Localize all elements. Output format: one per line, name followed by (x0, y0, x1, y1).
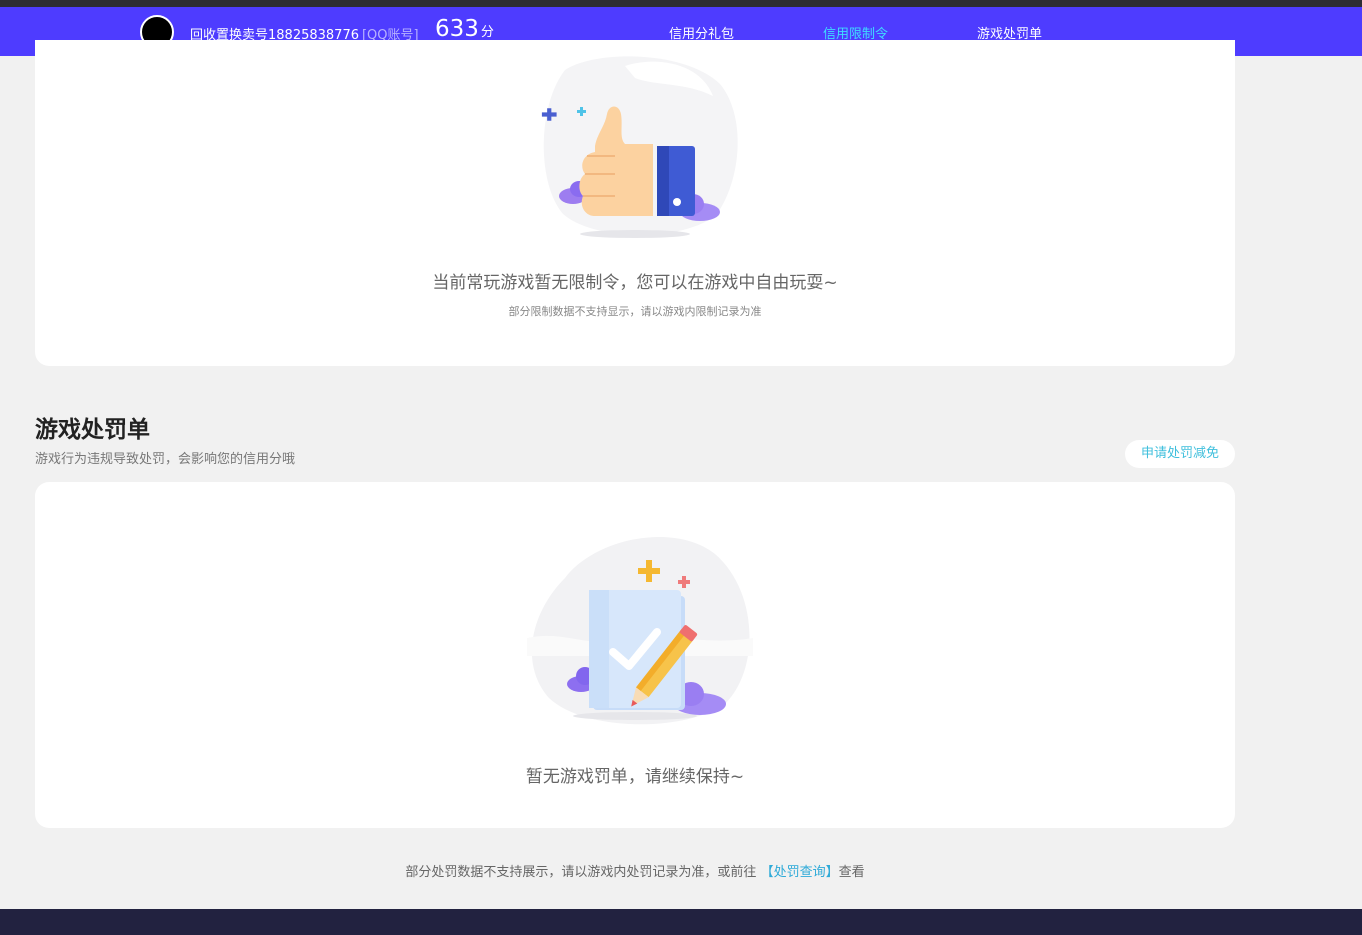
apply-penalty-reduction-button[interactable]: 申请处罚减免 (1125, 440, 1235, 468)
footer-note-prefix: 部分处罚数据不支持展示，请以游戏内处罚记录为准，或前往 (405, 865, 757, 880)
page-bottom-bar (0, 909, 1362, 935)
checklist-pencil-illustration (527, 536, 753, 725)
window-top-strip (0, 0, 1362, 7)
thumbs-up-illustration (541, 56, 738, 238)
credit-score: 633 分 (435, 16, 494, 42)
penalty-query-link[interactable]: 【处罚查询】 (761, 865, 839, 880)
score-value: 633 (435, 16, 479, 42)
score-unit: 分 (480, 25, 494, 40)
footer-note-suffix: 查看 (838, 865, 865, 880)
penalty-section-title: 游戏处罚单 (35, 417, 150, 443)
restriction-empty-title: 当前常玩游戏暂无限制令，您可以在游戏中自由玩耍~ (432, 273, 838, 293)
footer-note: 部分处罚数据不支持展示，请以游戏内处罚记录为准，或前往 【处罚查询】查看 (0, 861, 1270, 880)
restriction-empty-note: 部分限制数据不支持显示，请以游戏内限制记录为准 (508, 305, 762, 318)
penalty-section-description: 游戏行为违规导致处罚，会影响您的信用分哦 (35, 452, 296, 467)
penalty-empty-title: 暂无游戏罚单，请继续保持~ (525, 767, 745, 787)
